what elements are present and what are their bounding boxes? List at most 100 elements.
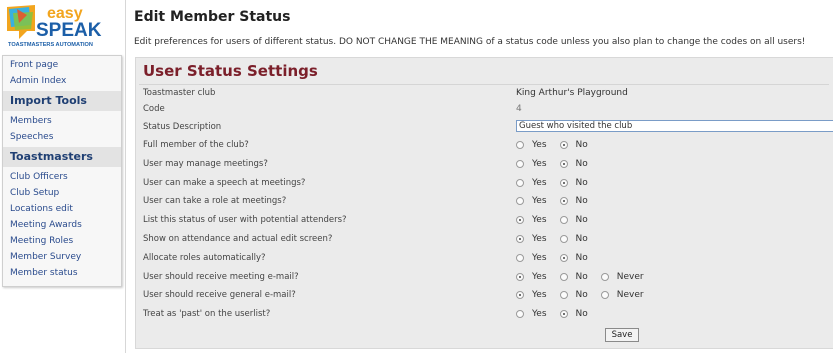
option-label-no: No [575, 158, 588, 169]
option-no[interactable]: No [559, 234, 588, 244]
option-yes[interactable]: Yes [516, 215, 547, 225]
radio-yes[interactable] [516, 253, 524, 262]
question-label: User can make a speech at meetings? [143, 177, 306, 188]
sidebar-item-front-page[interactable]: Front page [3, 57, 121, 73]
option-no[interactable]: No [559, 158, 588, 169]
option-label-yes: Yes [532, 177, 547, 188]
question-row: List this status of user with potential … [139, 211, 829, 229]
question-label: List this status of user with potential … [143, 215, 347, 226]
radio-yes[interactable] [516, 272, 524, 281]
radio-yes[interactable] [516, 310, 524, 319]
radio-yes[interactable] [516, 197, 524, 206]
radio-no[interactable] [559, 216, 568, 225]
sidebar: easy SPEAK TOASTMASTERS AUTOMATION Front… [0, 0, 126, 353]
option-label-yes: Yes [532, 309, 547, 320]
option-label-never: Never [616, 271, 644, 282]
save-button[interactable]: Save [605, 328, 639, 342]
question-row: User should receive general e-mail? Yes No… [139, 286, 829, 304]
radio-yes[interactable] [516, 159, 524, 168]
radio-no[interactable] [559, 141, 568, 149]
option-never[interactable]: Never [600, 290, 644, 300]
sidebar-item-member-survey[interactable]: Member Survey [3, 249, 121, 265]
radio-yes[interactable] [516, 235, 524, 243]
question-options: Yes No [516, 155, 601, 173]
question-label: User may manage meetings? [143, 158, 268, 169]
radio-yes[interactable] [516, 141, 524, 149]
value-code: 4 [516, 104, 522, 114]
radio-no[interactable] [559, 197, 568, 206]
option-yes[interactable]: Yes [516, 140, 547, 150]
sidebar-item-locations-edit[interactable]: Locations edit [3, 201, 121, 217]
radio-no[interactable] [559, 310, 568, 319]
option-yes[interactable]: Yes [516, 234, 547, 244]
option-no[interactable]: No [559, 178, 588, 188]
sidebar-item-speeches[interactable]: Speeches [3, 129, 121, 145]
question-row: User can make a speech at meetings? Yes No [139, 174, 829, 192]
option-no[interactable]: No [559, 215, 588, 225]
radio-no[interactable] [559, 253, 568, 262]
option-label-no: No [575, 196, 588, 207]
easyspeak-logo-graphic: easy SPEAK TOASTMASTERS AUTOMATION [7, 5, 102, 48]
option-yes[interactable]: Yes [516, 196, 547, 206]
radio-yes[interactable] [516, 178, 524, 187]
option-yes[interactable]: Yes [516, 272, 547, 282]
easyspeak-logo[interactable]: easy SPEAK TOASTMASTERS AUTOMATION [5, 3, 117, 49]
question-label: Allocate roles automatically? [143, 252, 266, 263]
option-label-no: No [575, 140, 588, 150]
option-no[interactable]: No [559, 290, 588, 300]
svg-text:SPEAK: SPEAK [36, 20, 102, 41]
row-status-description: Status Description [139, 118, 833, 136]
option-label-no: No [575, 309, 588, 320]
radio-no[interactable] [559, 159, 568, 168]
option-no[interactable]: No [559, 140, 588, 150]
question-options: Yes No [516, 192, 601, 210]
page-title: Edit Member Status [134, 9, 291, 25]
option-label-no: No [575, 252, 588, 263]
sidebar-item-member-status[interactable]: Member status [3, 265, 121, 281]
question-row: User may manage meetings? Yes No [139, 155, 829, 173]
option-label-yes: Yes [532, 196, 547, 207]
svg-text:TOASTMASTERS AUTOMATION: TOASTMASTERS AUTOMATION [8, 42, 93, 48]
sidebar-heading-import-tools: Import Tools [3, 91, 121, 111]
question-options: Yes No Never [516, 286, 657, 304]
option-yes[interactable]: Yes [516, 159, 547, 169]
option-yes[interactable]: Yes [516, 178, 547, 188]
panel-title: User Status Settings [143, 62, 318, 80]
radio-never[interactable] [600, 272, 609, 281]
question-options: Yes No [516, 230, 601, 248]
sidebar-item-club-officers[interactable]: Club Officers [3, 169, 121, 185]
sidebar-item-meeting-roles[interactable]: Meeting Roles [3, 233, 121, 249]
option-yes[interactable]: Yes [516, 309, 547, 319]
question-options: Yes No [516, 249, 601, 267]
sidebar-item-admin-index[interactable]: Admin Index [3, 73, 121, 89]
question-row: Allocate roles automatically? Yes No [139, 249, 829, 267]
option-yes[interactable]: Yes [516, 253, 547, 263]
option-never[interactable]: Never [600, 271, 644, 282]
radio-yes[interactable] [516, 216, 524, 225]
option-no[interactable]: No [559, 252, 588, 263]
option-label-no: No [575, 234, 588, 244]
radio-no[interactable] [559, 178, 568, 187]
option-label-yes: Yes [532, 158, 547, 169]
radio-never[interactable] [600, 291, 609, 300]
option-no[interactable]: No [559, 272, 588, 282]
label-code: Code [143, 104, 165, 114]
radio-no[interactable] [559, 291, 568, 300]
radio-yes[interactable] [516, 291, 524, 300]
sidebar-menu: Front page Admin Index Import Tools Memb… [2, 55, 122, 287]
option-no[interactable]: No [559, 309, 588, 320]
question-options: Yes No [516, 305, 601, 323]
status-description-input[interactable] [516, 120, 833, 132]
radio-no[interactable] [559, 235, 568, 243]
option-yes[interactable]: Yes [516, 290, 547, 300]
sidebar-item-members[interactable]: Members [3, 113, 121, 129]
radio-no[interactable] [559, 272, 568, 281]
question-options: Yes No [516, 211, 601, 229]
sidebar-item-club-setup[interactable]: Club Setup [3, 185, 121, 201]
sidebar-heading-toastmasters: Toastmasters [3, 147, 121, 167]
question-row: Show on attendance and actual edit scree… [139, 230, 829, 248]
option-no[interactable]: No [559, 196, 588, 207]
option-label-yes: Yes [532, 290, 547, 301]
page-intro: Edit preferences for users of different … [134, 37, 806, 47]
sidebar-item-meeting-awards[interactable]: Meeting Awards [3, 217, 121, 233]
